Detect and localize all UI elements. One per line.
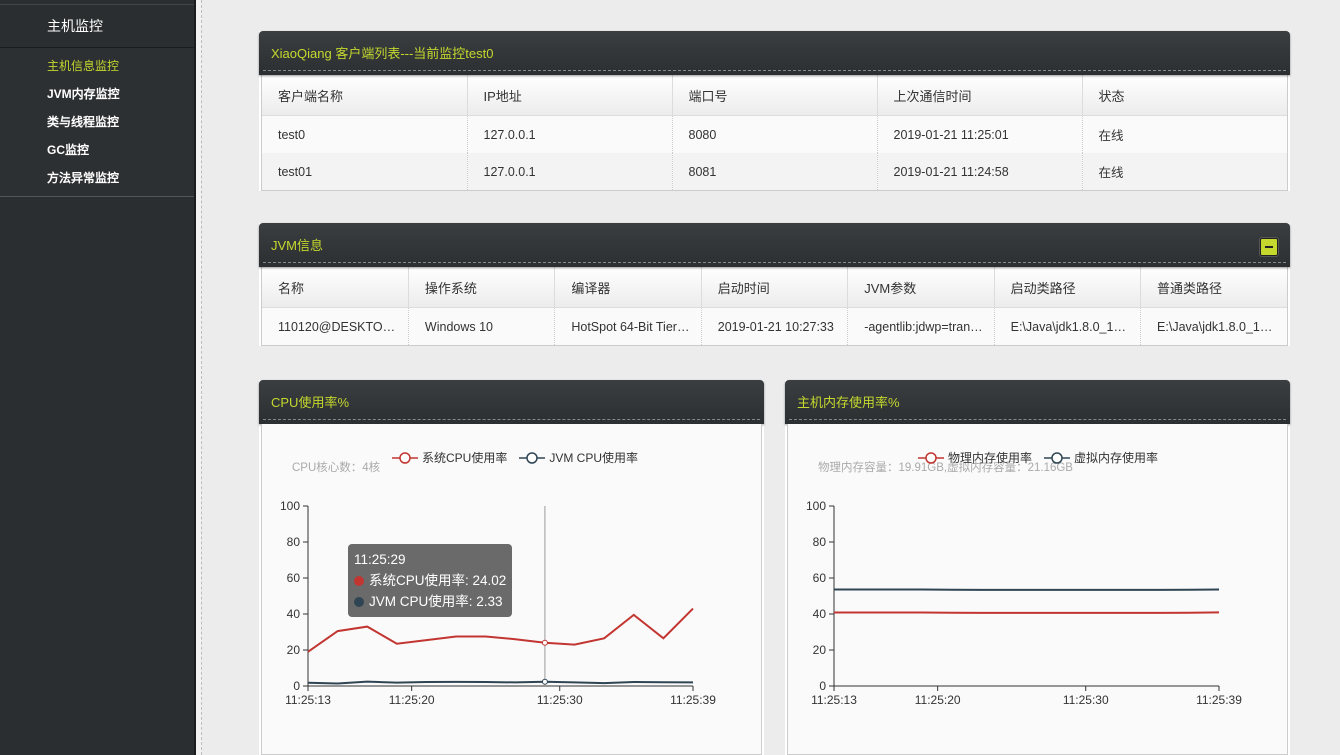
x-tick-label: 11:25:39	[670, 693, 716, 707]
table-cell: -agentlib:jdwp=transport=dt_socket	[847, 307, 995, 345]
memory-line-chart[interactable]: 0 20 40 60 80 100 11:25:13 11:25:20 11:25:30 11:2…	[788, 424, 1289, 754]
client-list-body: 客户端名称 IP地址 端口号 上次通信时间 状态 test0 127.0.0.1…	[261, 75, 1288, 191]
y-tick-label: 80	[813, 535, 827, 549]
memory-chart-area: 物理内存容量：19.91GB,虚拟内存容量：21.16GB 物理内存使用率 虚拟…	[787, 424, 1288, 755]
table-cell: 127.0.0.1	[467, 153, 673, 190]
x-tick-label: 11:25:13	[285, 693, 331, 707]
client-list-header: XiaoQiang 客户端列表---当前监控test0	[259, 31, 1290, 75]
table-row[interactable]: test0 127.0.0.1 8080 2019-01-21 11:25:01…	[262, 115, 1287, 153]
tooltip-value-1: 系统CPU使用率: 24.02	[369, 573, 507, 588]
minus-icon	[1265, 246, 1273, 248]
series-line-1	[834, 611, 1220, 614]
jvm-table: 名称 操作系统 编译器 启动时间 JVM参数 启动类路径 普通类路径 11012…	[262, 267, 1287, 345]
column-header[interactable]: 操作系统	[408, 267, 556, 308]
y-tick-label: 20	[287, 643, 301, 657]
series2-dot-icon	[354, 597, 364, 607]
table-cell: 127.0.0.1	[467, 115, 673, 153]
series-line-2	[307, 680, 694, 685]
jvm-info-header: JVM信息	[259, 223, 1290, 267]
table-cell: 2019-01-21 11:24:58	[877, 153, 1083, 190]
table-cell: test0	[262, 115, 468, 153]
sidebar-item-host-info[interactable]: 主机信息监控	[0, 52, 194, 80]
x-tick-label: 11:25:39	[1196, 693, 1242, 707]
column-header[interactable]: 普通类路径	[1140, 267, 1287, 308]
tooltip-line-2: JVM CPU使用率: 2.33	[354, 591, 506, 612]
cpu-panel: CPU使用率% CPU核心数：4核 系统CPU使用率 JVM CPU使用率 02…	[259, 380, 764, 755]
client-list-title: XiaoQiang 客户端列表---当前监控test0	[271, 46, 494, 61]
sidebar-item-gc[interactable]: GC监控	[0, 136, 194, 164]
table-cell: 在线	[1098, 129, 1124, 143]
client-table: 客户端名称 IP地址 端口号 上次通信时间 状态 test0 127.0.0.1…	[262, 75, 1287, 190]
y-tick-label: 0	[293, 679, 300, 693]
y-tick-label: 60	[287, 571, 301, 585]
column-header[interactable]: 名称	[262, 267, 409, 308]
y-tick-label: 100	[280, 499, 300, 513]
jvm-table-header-row: 名称 操作系统 编译器 启动时间 JVM参数 启动类路径 普通类路径	[262, 267, 1287, 308]
sidebar-group-host-monitor[interactable]: 主机监控	[0, 5, 194, 48]
tooltip-value-2: JVM CPU使用率: 2.33	[369, 594, 503, 609]
tooltip-line-1: 系统CPU使用率: 24.02	[354, 570, 506, 591]
column-header[interactable]: 状态	[1082, 75, 1287, 116]
column-header[interactable]: 启动类路径	[994, 267, 1142, 308]
content-divider	[196, 0, 202, 755]
table-cell: 2019-01-21 10:27:33	[701, 307, 849, 345]
sidebar-submenu: 主机信息监控 JVM内存监控 类与线程监控 GC监控 方法异常监控	[0, 48, 194, 197]
table-cell: E:\Java\jdk1.8.0_191\lib	[1157, 319, 1287, 334]
jvm-info-title: JVM信息	[271, 238, 324, 253]
column-header[interactable]: 启动时间	[701, 267, 849, 308]
cpu-panel-title: CPU使用率%	[271, 395, 350, 410]
tooltip-time: 11:25:29	[354, 552, 406, 567]
table-cell: 2019-01-21 11:25:01	[877, 115, 1083, 153]
x-tick-label: 11:25:30	[1063, 693, 1109, 707]
y-tick-label: 20	[813, 643, 827, 657]
y-tick-label: 0	[819, 679, 826, 693]
table-cell: HotSpot 64-Bit Tiered Compilers	[554, 307, 702, 345]
series1-dot-icon	[354, 576, 364, 586]
y-tick-label: 40	[287, 607, 301, 621]
column-header[interactable]: 客户端名称	[262, 75, 468, 116]
column-header[interactable]: IP地址	[467, 75, 673, 116]
client-table-header-row: 客户端名称 IP地址 端口号 上次通信时间 状态	[262, 75, 1287, 116]
sidebar: 主机监控 主机信息监控 JVM内存监控 类与线程监控 GC监控 方法异常监控	[0, 0, 196, 755]
column-header[interactable]: 端口号	[672, 75, 878, 116]
jvm-info-body: 名称 操作系统 编译器 启动时间 JVM参数 启动类路径 普通类路径 11012…	[261, 267, 1288, 346]
collapse-button[interactable]	[1260, 238, 1278, 256]
memory-panel: 主机内存使用率% 物理内存容量：19.91GB,虚拟内存容量：21.16GB 物…	[785, 380, 1290, 755]
memory-panel-title: 主机内存使用率%	[797, 395, 900, 410]
y-tick-label: 40	[813, 607, 827, 621]
table-cell: 8080	[672, 115, 878, 153]
memory-panel-header: 主机内存使用率%	[785, 380, 1290, 424]
table-cell: E:\Java\jdk1.8.0_191\jre\lib	[994, 307, 1142, 345]
jvm-info-panel: JVM信息 名称 操作系统 编译器 启动时间 JVM参数 启动类路径 普通类路径…	[259, 223, 1290, 346]
y-tick-label: 100	[806, 499, 826, 513]
table-cell: test01	[262, 153, 468, 190]
x-tick-label: 11:25:20	[915, 693, 961, 707]
x-tick-label: 11:25:20	[389, 693, 435, 707]
table-row[interactable]: test01 127.0.0.1 8081 2019-01-21 11:24:5…	[262, 153, 1287, 190]
column-header[interactable]: 上次通信时间	[877, 75, 1083, 116]
table-cell: 在线	[1082, 153, 1287, 190]
cpu-line-chart[interactable]: 0 20 40 60 80 100 11:25:13 11:25:20 11:25:30 11:2…	[262, 424, 763, 754]
data-point	[541, 678, 548, 685]
sidebar-item-class-thread[interactable]: 类与线程监控	[0, 108, 194, 136]
table-cell: 8081	[672, 153, 878, 190]
sidebar-item-method-exception[interactable]: 方法异常监控	[0, 164, 194, 192]
data-point	[541, 639, 548, 646]
column-header[interactable]: JVM参数	[847, 267, 995, 308]
cpu-chart-tooltip: 11:25:29 系统CPU使用率: 24.02 JVM CPU使用率: 2.3…	[348, 544, 513, 617]
table-cell: Windows 10	[408, 307, 556, 345]
cpu-panel-header: CPU使用率%	[259, 380, 764, 424]
table-row[interactable]: 110120@DESKTOP-… Windows 10 HotSpot 64-B…	[262, 307, 1287, 345]
x-tick-label: 11:25:13	[811, 693, 857, 707]
x-tick-label: 11:25:30	[537, 693, 583, 707]
table-cell: 110120@DESKTOP-…	[262, 307, 409, 345]
cpu-chart-area: CPU核心数：4核 系统CPU使用率 JVM CPU使用率 0 20 40 60 80 1…	[261, 424, 762, 755]
column-header[interactable]: 编译器	[554, 267, 702, 308]
sidebar-item-jvm-memory[interactable]: JVM内存监控	[0, 80, 194, 108]
y-tick-label: 80	[287, 535, 301, 549]
client-list-panel: XiaoQiang 客户端列表---当前监控test0 客户端名称 IP地址 端…	[259, 31, 1290, 191]
y-tick-label: 60	[813, 571, 827, 585]
